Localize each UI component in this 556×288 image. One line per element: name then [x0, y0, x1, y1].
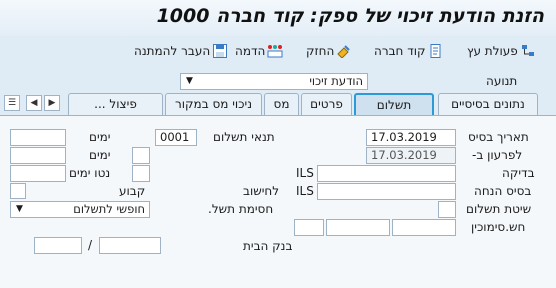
net-days-label: נטו ימים — [69, 166, 111, 180]
park-icon — [336, 44, 352, 59]
tree-icon — [520, 44, 536, 58]
days2-label: ימים — [89, 148, 111, 162]
tab-details[interactable]: פרטים — [301, 93, 352, 115]
cash-discount-label: בדיקה — [502, 166, 535, 180]
house-bank-separator: / — [88, 238, 93, 252]
transaction-value: הודעת זיכוי — [309, 74, 363, 88]
house-bank-label: בנק הבית — [243, 239, 293, 253]
hold-button[interactable]: פעולת עץ — [467, 41, 536, 61]
hold-label: פעולת עץ — [467, 44, 518, 58]
percent1-field[interactable] — [132, 147, 150, 164]
baseline-date-field[interactable]: 17.03.2019 — [366, 129, 456, 146]
tab-list-icon[interactable]: ☰ — [4, 95, 20, 111]
cash-discount-field[interactable] — [317, 165, 456, 182]
tab-scroll-left-icon[interactable]: ◀ — [26, 95, 42, 111]
discount-base-label: בסיס הנחה — [474, 184, 532, 198]
baseline-date-label: תאריך בסיס — [468, 130, 529, 144]
tab-tax[interactable]: מס — [264, 93, 299, 115]
company-code-button[interactable]: קוד חברה — [374, 41, 444, 61]
discount-base-field[interactable] — [317, 183, 456, 200]
net-days-field[interactable] — [132, 165, 150, 182]
tab-withholding-tax[interactable]: ניכוי מס במקור — [165, 93, 262, 115]
house-account-field[interactable] — [34, 237, 82, 254]
payment-terms-field[interactable]: 0001 — [155, 129, 197, 146]
payment-method-field[interactable] — [438, 201, 456, 218]
tab-payment[interactable]: תשלום — [354, 93, 434, 115]
payment-method-label: שיטת תשלום — [466, 202, 532, 216]
tab-basic-data[interactable]: נתונים בסיסיים — [438, 93, 538, 115]
account-label: חש.סימוכין — [471, 220, 526, 234]
company-code-label: קוד חברה — [374, 44, 426, 58]
page-title: הזנת הודעת זיכוי של ספק: קוד חברה 1000 — [156, 5, 544, 27]
save-icon — [212, 44, 228, 58]
park-button[interactable]: החזק — [306, 41, 352, 61]
calc-label: לחישוב — [243, 184, 280, 198]
account-field-3[interactable] — [294, 219, 324, 236]
net-days-input[interactable] — [10, 165, 66, 182]
tab-split[interactable]: פיצול ... — [68, 93, 163, 115]
save-as-completed-label: העבר להמתנה — [134, 44, 211, 58]
payment-terms-label: תנאי תשלום — [213, 130, 275, 144]
simulate-label: הדמה — [235, 44, 266, 58]
cash-discount-currency: ILS — [296, 166, 314, 180]
account-field-1[interactable] — [392, 219, 456, 236]
simulate-button[interactable]: הדמה — [235, 41, 283, 61]
due-on-field: 17.03.2019 — [366, 147, 456, 164]
days1-field[interactable] — [10, 129, 66, 146]
park-label: החזק — [306, 44, 335, 58]
due-on-label: לפרעון ב- — [472, 148, 523, 162]
chevron-down-icon: ▼ — [16, 204, 23, 214]
payment-block-value: חופשי לתשלום — [73, 202, 145, 216]
account-field-2[interactable] — [326, 219, 390, 236]
discount-base-currency: ILS — [296, 184, 314, 198]
days1-label: ימים — [89, 130, 111, 144]
transaction-label: תנועה — [486, 74, 518, 88]
house-bank-field[interactable] — [99, 237, 161, 254]
transaction-select[interactable]: הודעת זיכוי ▼ — [180, 73, 368, 90]
payment-block-label: חסימת תשל. — [208, 202, 274, 216]
simulate-icon — [267, 44, 283, 58]
payment-block-select[interactable]: חופשי לתשלום ▼ — [10, 201, 150, 218]
save-as-completed-button[interactable]: העבר להמתנה — [134, 41, 228, 61]
document-icon — [428, 44, 444, 58]
fixed-label: קבוע — [119, 184, 146, 198]
fixed-checkbox[interactable] — [10, 183, 26, 199]
chevron-down-icon: ▼ — [186, 76, 193, 86]
days2-field[interactable] — [10, 147, 66, 164]
tab-scroll-right-icon[interactable]: ▶ — [44, 95, 60, 111]
